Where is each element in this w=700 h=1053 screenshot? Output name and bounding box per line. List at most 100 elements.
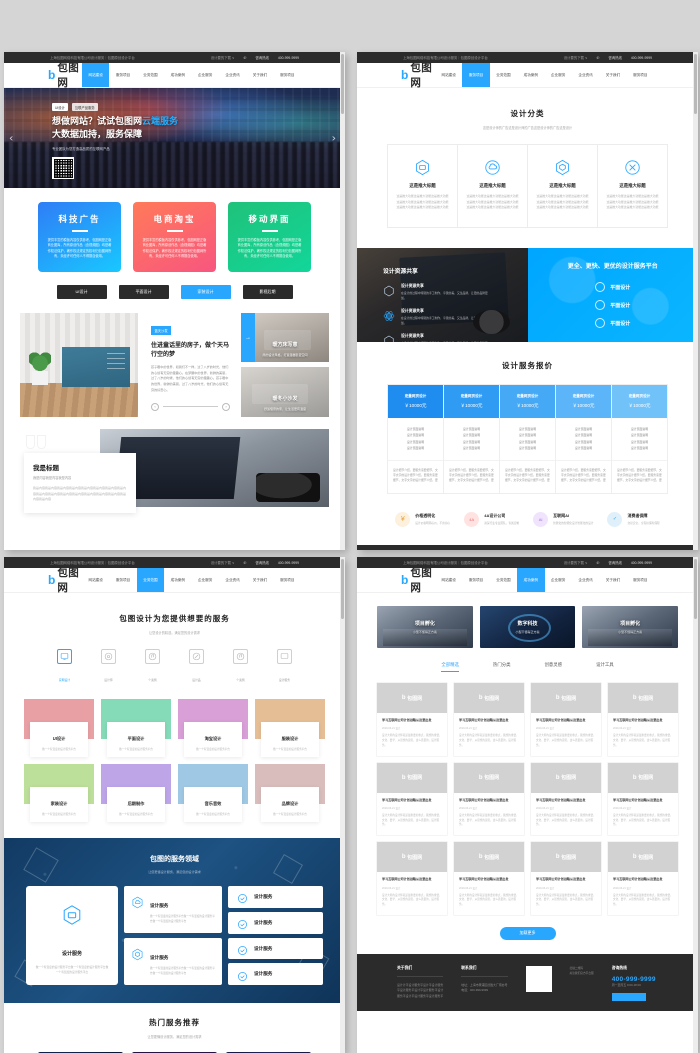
article-card[interactable]: b 包图网 学习互联网公司计划战略从这里出发 2019-03-21 设计 设计大… xyxy=(531,842,601,915)
icon-tab-note[interactable]: 个案例 xyxy=(228,649,254,686)
nav-item-2[interactable]: 业务范围 xyxy=(490,63,517,87)
load-more-button[interactable]: 加载更多 xyxy=(499,926,556,940)
tab-all-featured[interactable]: 全部精选 xyxy=(441,662,459,672)
design-category-tile[interactable]: 家装设计 做一个有温度的设计服务平台 xyxy=(24,764,94,822)
design-category-tile[interactable]: 后期制作 做一个有温度的设计服务平台 xyxy=(101,764,171,822)
interior-side-card[interactable]: 暖冬小沙发 舒适惬意的家，让生活更有温度 xyxy=(241,367,329,417)
nav-item-1[interactable]: 服务项目 xyxy=(462,63,490,87)
logo[interactable]: b 包图网 xyxy=(401,565,435,595)
page-preview-home[interactable]: 上海包图网络科技有限公司设计服务｜包图原创设计平台 设计要的下载 ∨ ✆ 咨询热… xyxy=(4,52,345,550)
page-preview-services[interactable]: 上海包图网络科技有限公司设计服务｜包图原创设计平台 设计要的下载 ∨ ✆ 咨询热… xyxy=(357,52,698,550)
icon-tab-monitor[interactable]: 官网设计 xyxy=(52,649,78,686)
topbar-download-link[interactable]: 设计要的下载 ∨ xyxy=(211,55,235,60)
article-card[interactable]: b 包图网 学习互联网公司计划战略从这里出发 2019-03-21 设计 设计大… xyxy=(377,683,447,756)
chevron-left-icon[interactable]: ‹ xyxy=(9,132,13,145)
nav-item-0[interactable]: 网站建设 xyxy=(82,63,110,87)
nav-item-1[interactable]: 服务项目 xyxy=(109,568,136,592)
logo[interactable]: b 包图网 xyxy=(48,565,82,595)
nav-item-3[interactable]: 成功案例 xyxy=(164,63,191,87)
nav-item-2[interactable]: 业务范围 xyxy=(137,63,164,87)
design-category-tile[interactable]: 品牌设计 做一个有温度的设计服务平台 xyxy=(255,764,325,822)
service-card[interactable]: 设计服务 做一个有温度的设计服务平台做一个有温度的设计服务平台做一个有温度的设计… xyxy=(124,938,222,986)
article-card[interactable]: b 包图网 学习互联网公司计划战略从这里出发 2019-03-21 设计 设计大… xyxy=(377,762,447,836)
nav-item-2[interactable]: 业务范围 xyxy=(490,568,517,592)
case-banner[interactable]: 数字科技 小型不懂得正方案 xyxy=(479,606,576,648)
category-card[interactable]: 这是推大标题 这是推大功能这是推大功能这是推大功能这是推大功能这是推大功能这是推… xyxy=(388,145,458,227)
article-card[interactable]: b 包图网 学习互联网公司计划战略从这里出发 2019-03-21 设计 设计大… xyxy=(531,762,601,836)
nav-item-7[interactable]: 服务项目 xyxy=(274,63,301,87)
nav-item-0[interactable]: 网站建设 xyxy=(82,568,109,592)
nav-item-5[interactable]: 企业资讯 xyxy=(572,63,599,87)
nav-item-3[interactable]: 成功案例 xyxy=(517,568,545,592)
topbar-download-link[interactable]: 设计要的下载 ∨ xyxy=(564,560,588,565)
logo[interactable]: b 包图网 xyxy=(48,60,82,90)
article-card[interactable]: b 包图网 学习互联网公司计划战略从这里出发 2019-03-21 设计 设计大… xyxy=(454,762,524,836)
article-card[interactable]: b 包图网 学习互联网公司计划战略从这里出发 2019-03-21 设计 设计大… xyxy=(454,842,524,915)
nav-item-4[interactable]: 企业服务 xyxy=(545,63,572,87)
logo[interactable]: b 包图网 xyxy=(401,60,435,90)
nav-item-6[interactable]: 关于我们 xyxy=(246,568,273,592)
design-category-tile[interactable]: 平面设计 做一个有温度的设计服务平台 xyxy=(101,699,171,757)
case-banner[interactable]: 项目孵化 小型不懂得正方案 xyxy=(582,606,679,648)
arrow-left-circle-icon[interactable]: ‹ xyxy=(151,402,159,411)
nav-item-6[interactable]: 关于我们 xyxy=(246,63,273,87)
filter-button-home[interactable]: 家装设计 xyxy=(180,284,231,299)
service-row[interactable]: 设计服务 xyxy=(228,937,323,960)
scrollbar[interactable] xyxy=(693,52,698,550)
nav-item-1[interactable]: 服务项目 xyxy=(109,63,136,87)
nav-item-5[interactable]: 企业资讯 xyxy=(219,568,246,592)
page-preview-business[interactable]: 上海包图网络科技有限公司设计服务｜包图原创设计平台 设计要的下载 ∨ ✆ 咨询热… xyxy=(4,557,345,1053)
scrollbar[interactable] xyxy=(340,52,345,550)
filter-button-graphic[interactable]: 平面设计 xyxy=(118,284,169,299)
nav-item-5[interactable]: 企业资讯 xyxy=(572,568,599,592)
nav-item-2[interactable]: 业务范围 xyxy=(136,568,165,592)
service-card[interactable]: 设计服务 做一个有温度的设计服务平台做一个有温度的设计服务平台做一个有温度的设计… xyxy=(124,886,222,934)
article-card[interactable]: b 包图网 学习互联网公司计划战略从这里出发 2019-03-21 设计 设计大… xyxy=(454,683,524,756)
pricing-column[interactable]: 定量网页设计 ￥10000元 设计页面说明 设计页面说明 设计页面说明 设计页面… xyxy=(612,384,667,493)
nav-item-7[interactable]: 服务项目 xyxy=(627,568,654,592)
platform-item[interactable]: 平面设计 xyxy=(595,300,630,311)
topbar-download-link[interactable]: 设计要的下载 ∨ xyxy=(211,560,235,565)
chevron-right-icon[interactable]: › xyxy=(332,132,336,145)
service-row[interactable]: 设计服务 xyxy=(228,963,323,986)
feature-card[interactable]: 电商淘宝 提供丰富的模板内容仅供参考，包图网是正版商业图库，所有原创作品（含视频… xyxy=(133,202,216,272)
nav-item-1[interactable]: 服务项目 xyxy=(462,568,489,592)
nav-item-6[interactable]: 关于我们 xyxy=(599,568,626,592)
nav-item-3[interactable]: 成功案例 xyxy=(164,568,191,592)
article-card[interactable]: b 包图网 学习互联网公司计划战略从这里出发 2019-03-21 设计 设计大… xyxy=(531,683,601,756)
interior-side-card[interactable]: → 暖方床写意 简约设计风格，打造温馨卧室空间 xyxy=(241,312,329,363)
tab-inspiration[interactable]: 创意灵感 xyxy=(545,662,563,672)
tab-design-tools[interactable]: 设计工具 xyxy=(596,662,614,672)
category-card[interactable]: 这是推大标题 这是推大功能这是推大功能这是推大功能这是推大功能这是推大功能这是推… xyxy=(598,145,667,227)
icon-tab-music[interactable]: 个案例 xyxy=(140,649,166,686)
nav-item-5[interactable]: 企业资讯 xyxy=(219,63,246,87)
scrollbar[interactable] xyxy=(340,557,345,1053)
page-preview-cases[interactable]: 上海包图网络科技有限公司设计服务｜包图原创设计平台 设计要的下载 ∨ ✆ 咨询热… xyxy=(357,557,698,1053)
nav-item-6[interactable]: 关于我们 xyxy=(599,63,626,87)
icon-tab-brush[interactable]: 设计品 xyxy=(184,649,210,686)
scrollbar[interactable] xyxy=(693,557,698,1053)
pricing-column[interactable]: 定量网页设计 ￥10000元 设计页面说明 设计页面说明 设计页面说明 设计页面… xyxy=(444,384,500,493)
icon-tab-grid[interactable]: 设计服务 xyxy=(272,649,298,686)
article-card[interactable]: b 包图网 学习互联网公司计划战略从这里出发 2019-03-21 设计 设计大… xyxy=(608,683,678,756)
platform-item[interactable]: 平面设计 xyxy=(595,318,630,329)
service-card-featured[interactable]: 设计服务 做一个有温度的设计服务平台做一个有温度的设计服务平台做一个有温度的设计… xyxy=(26,886,118,986)
category-card[interactable]: 这是推大标题 这是推大功能这是推大功能这是推大功能这是推大功能这是推大功能这是推… xyxy=(528,145,598,227)
nav-item-4[interactable]: 企业服务 xyxy=(545,568,572,592)
article-card[interactable]: b 包图网 学习互联网公司计划战略从这里出发 2019-03-21 设计 设计大… xyxy=(608,842,678,915)
platform-item[interactable]: 平面设计 xyxy=(595,282,630,293)
design-category-tile[interactable]: 淘宝设计 做一个有温度的设计服务平台 xyxy=(178,699,248,757)
nav-item-4[interactable]: 企业服务 xyxy=(192,568,219,592)
design-category-tile[interactable]: UI设计 做一个有温度的设计服务平台 xyxy=(24,699,94,757)
icon-tab-palette[interactable]: 设计师 xyxy=(96,649,122,686)
tab-hot-category[interactable]: 热门分类 xyxy=(493,662,511,672)
feature-card[interactable]: 科技广告 提供丰富的模板内容仅供参考，包图网是正版商业图库，所有原创作品（含视频… xyxy=(38,202,121,272)
arrow-right-circle-icon[interactable]: › xyxy=(222,402,230,411)
article-card[interactable]: b 包图网 学习互联网公司计划战略从这里出发 2019-03-21 设计 设计大… xyxy=(377,842,447,915)
nav-item-7[interactable]: 服务项目 xyxy=(274,568,301,592)
filter-button-video[interactable]: 影视后期 xyxy=(242,284,293,299)
nav-item-0[interactable]: 网站建设 xyxy=(435,568,462,592)
nav-item-4[interactable]: 企业服务 xyxy=(192,63,219,87)
article-card[interactable]: b 包图网 学习互联网公司计划战略从这里出发 2019-03-21 设计 设计大… xyxy=(608,762,678,836)
design-category-tile[interactable]: 音乐音效 做一个有温度的设计服务平台 xyxy=(178,764,248,822)
